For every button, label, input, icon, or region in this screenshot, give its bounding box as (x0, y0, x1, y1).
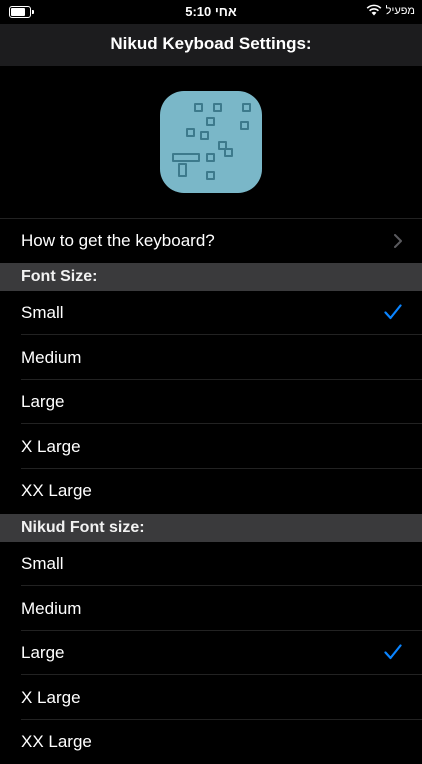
option-label: Medium (21, 599, 82, 618)
section-label: Font Size: (21, 268, 98, 285)
logo-section (0, 66, 422, 218)
nikud-size-option-medium[interactable]: Medium (0, 587, 422, 631)
row-label: How to get the keyboard? (21, 231, 215, 250)
logo-tile (213, 103, 222, 112)
font-size-option-xx-large[interactable]: XX Large (0, 469, 422, 513)
logo-tile (240, 121, 249, 130)
logo-tile (200, 131, 209, 140)
option-label: XX Large (21, 732, 92, 751)
checkmark-icon (384, 304, 402, 320)
wifi-icon (366, 4, 382, 16)
page-title: Nikud Keyboad Settings: (110, 34, 312, 53)
row-divider (21, 334, 422, 335)
logo-tile (172, 153, 200, 162)
row-divider (21, 423, 422, 424)
status-time: 5:10 אחי (185, 4, 237, 19)
nikud-size-option-xx-large[interactable]: XX Large (0, 720, 422, 764)
checkmark-icon (384, 644, 402, 660)
carrier-label: מפעיל (385, 5, 415, 17)
nikud-size-option-large[interactable]: Large (0, 631, 422, 675)
font-size-option-small[interactable]: Small (0, 291, 422, 335)
font-size-option-x-large[interactable]: X Large (0, 425, 422, 469)
how-to-get-keyboard-row[interactable]: How to get the keyboard? (0, 219, 422, 263)
logo-tile (186, 128, 195, 137)
chevron-right-icon (394, 234, 402, 248)
app-logo (160, 91, 262, 193)
row-divider (21, 585, 422, 586)
nikud-size-option-x-large[interactable]: X Large (0, 676, 422, 720)
option-label: X Large (21, 688, 81, 707)
row-divider (21, 674, 422, 675)
logo-tile (242, 103, 251, 112)
status-bar: 5:10 אחי מפעיל (0, 0, 422, 24)
logo-tile (206, 153, 215, 162)
font-size-option-large[interactable]: Large (0, 380, 422, 424)
logo-tile (206, 117, 215, 126)
option-label: Large (21, 643, 65, 662)
logo-tile (178, 163, 187, 177)
option-label: XX Large (21, 481, 92, 500)
font-size-option-medium[interactable]: Medium (0, 336, 422, 380)
option-label: Medium (21, 348, 82, 367)
option-label: Small (21, 303, 64, 322)
nikud-font-size-section-header: Nikud Font size: (0, 514, 422, 542)
option-label: Large (21, 392, 65, 411)
font-size-section-header: Font Size: (0, 263, 422, 291)
nikud-size-option-small[interactable]: Small (0, 542, 422, 586)
logo-tile (206, 171, 215, 180)
option-label: Small (21, 554, 64, 573)
logo-tile (224, 148, 233, 157)
section-label: Nikud Font size: (21, 519, 145, 536)
navigation-bar: Nikud Keyboad Settings: (0, 24, 422, 66)
logo-tile (194, 103, 203, 112)
option-label: X Large (21, 437, 81, 456)
